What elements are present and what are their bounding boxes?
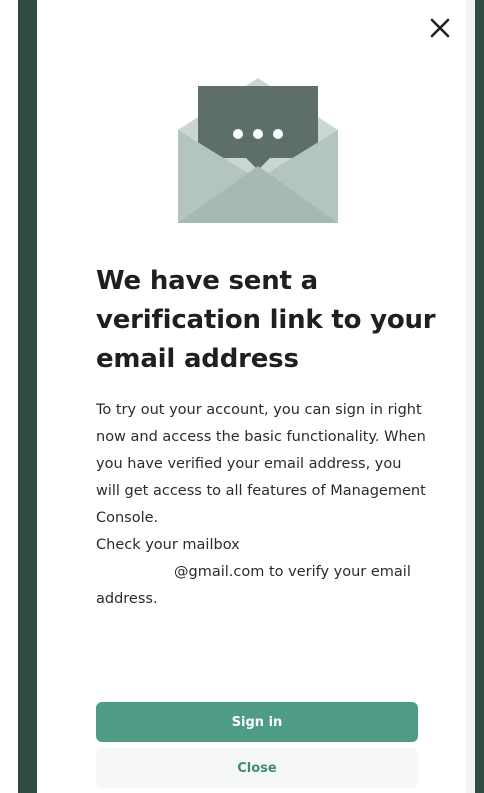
verification-dialog: We have sent a verification link to your… (0, 0, 484, 793)
dialog-email-suffix: @gmail.com to verify your email address. (96, 564, 411, 607)
dialog-body-paragraph: To try out your account, you can sign in… (96, 402, 426, 526)
dialog-body: To try out your account, you can sign in… (96, 397, 426, 613)
background-panel-right-edge (466, 0, 475, 793)
background-panel-right (475, 0, 484, 793)
sign-in-button[interactable]: Sign in (96, 702, 418, 742)
dialog-body-mailbox-line: Check your mailbox (96, 537, 240, 553)
envelope-message-icon (178, 78, 338, 223)
background-panel-left (18, 0, 37, 793)
close-icon[interactable] (424, 12, 456, 44)
dialog-email-line: @gmail.com to verify your email address. (96, 559, 426, 613)
dialog-title: We have sent a verification link to your… (96, 266, 436, 374)
close-button[interactable]: Close (96, 748, 418, 788)
